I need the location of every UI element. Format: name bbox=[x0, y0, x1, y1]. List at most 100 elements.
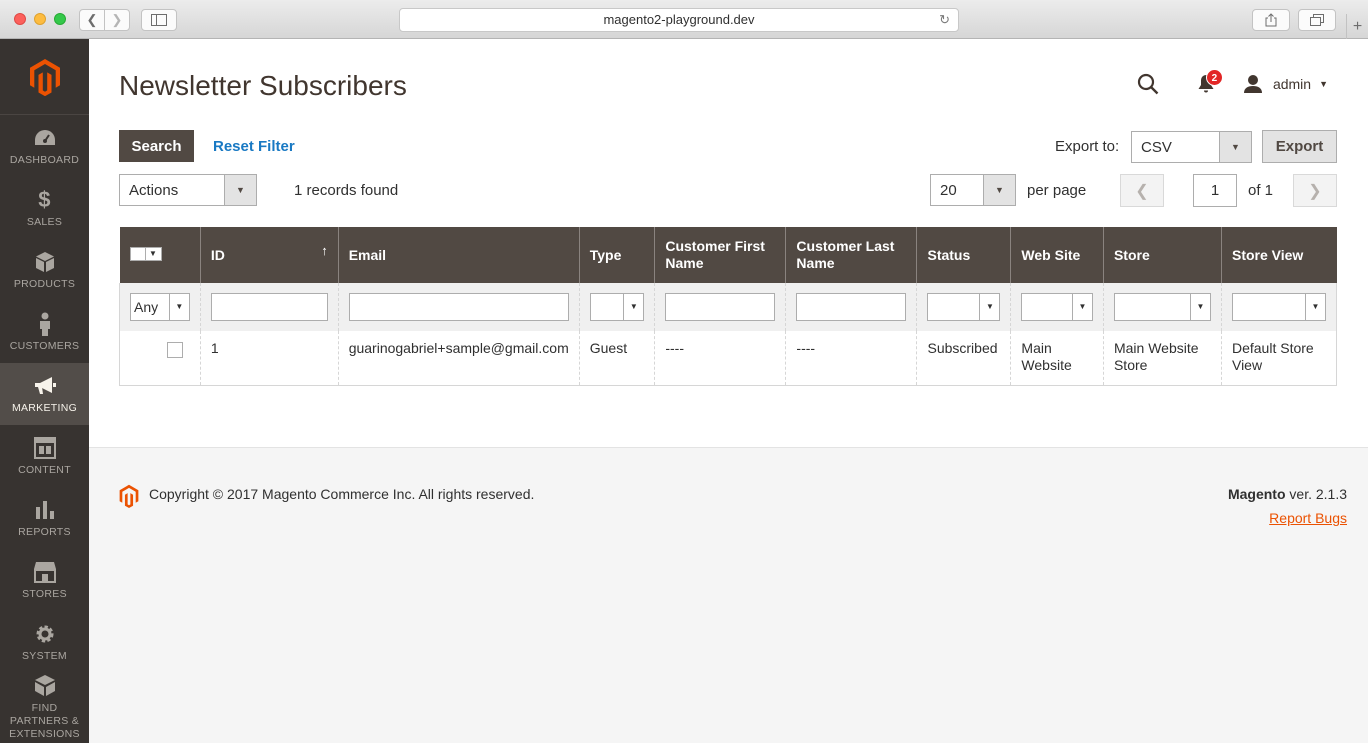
browser-toolbar: ❮ ❯ magento2-playground.dev ↻ + bbox=[0, 0, 1368, 39]
column-header-status[interactable]: Status bbox=[916, 227, 1011, 283]
column-header-type[interactable]: Type bbox=[578, 227, 655, 283]
brand-name: Magento bbox=[1227, 486, 1286, 502]
column-header-email[interactable]: Email bbox=[337, 227, 580, 283]
store-view-filter-select[interactable]: ▼ bbox=[1231, 293, 1326, 321]
cell-website: Main Website bbox=[1010, 331, 1104, 386]
nav-item-label: CUSTOMERS bbox=[9, 339, 80, 352]
column-label: Customer First Name bbox=[665, 238, 765, 271]
records-found: 1 records found bbox=[294, 182, 399, 199]
nav-item-label: CONTENT bbox=[18, 463, 71, 476]
cube-icon bbox=[34, 250, 56, 274]
filter-cell bbox=[337, 283, 580, 331]
column-header-website[interactable]: Web Site bbox=[1010, 227, 1104, 283]
cell-email: guarinogabriel+sample@gmail.com bbox=[337, 331, 580, 386]
export-button[interactable]: Export bbox=[1262, 130, 1337, 163]
reset-filter-link[interactable]: Reset Filter bbox=[213, 138, 295, 155]
blocks-icon bbox=[33, 674, 57, 698]
export-format-select[interactable]: CSV ▼ bbox=[1131, 131, 1252, 163]
chevron-down-icon: ▼ bbox=[168, 294, 189, 320]
notifications-count-badge: 2 bbox=[1205, 69, 1223, 86]
magento-logo-icon bbox=[29, 58, 60, 96]
version-number: ver. 2.1.3 bbox=[1285, 486, 1347, 502]
id-filter-input[interactable] bbox=[210, 293, 328, 321]
reload-icon[interactable]: ↻ bbox=[939, 9, 950, 31]
chevron-down-icon: ▼ bbox=[1305, 294, 1325, 320]
nav-item-customers[interactable]: CUSTOMERS bbox=[0, 301, 89, 363]
nav-item-system[interactable]: SYSTEM bbox=[0, 611, 89, 673]
magento-logo[interactable] bbox=[0, 39, 89, 115]
mass-select-dropdown[interactable]: ▼ bbox=[129, 246, 162, 261]
next-page-button[interactable]: ❯ bbox=[1293, 174, 1337, 207]
filter-cell: ▼ bbox=[1102, 283, 1222, 331]
store-icon bbox=[33, 560, 57, 584]
minimize-window-button[interactable] bbox=[34, 13, 46, 25]
column-header-id[interactable]: ID ↑ bbox=[199, 227, 339, 283]
mass-filter-select[interactable]: Any ▼ bbox=[130, 293, 190, 321]
nav-item-content[interactable]: CONTENT bbox=[0, 425, 89, 487]
column-label: Customer Last Name bbox=[796, 238, 895, 271]
share-icon bbox=[1265, 13, 1277, 27]
column-header-store[interactable]: Store bbox=[1102, 227, 1222, 283]
column-header-last-name[interactable]: Customer Last Name bbox=[785, 227, 917, 283]
per-page-select[interactable]: 20 ▼ bbox=[930, 174, 1016, 206]
gear-icon bbox=[34, 622, 56, 646]
cell-first-name: ---- bbox=[654, 331, 786, 386]
admin-user-menu[interactable]: admin ▼ bbox=[1243, 74, 1328, 94]
row-select-cell bbox=[119, 331, 201, 386]
table-row[interactable]: 1 guarinogabriel+sample@gmail.com Guest … bbox=[119, 331, 1338, 386]
dollar-icon: $ bbox=[38, 187, 51, 212]
filter-cell bbox=[785, 283, 917, 331]
nav-item-label: MARKETING bbox=[11, 401, 78, 414]
type-filter-select[interactable]: ▼ bbox=[589, 293, 645, 321]
previous-page-button[interactable]: ❮ bbox=[1120, 174, 1164, 207]
report-bugs-link[interactable]: Report Bugs bbox=[1269, 510, 1347, 526]
page-number-input[interactable]: 1 bbox=[1193, 174, 1237, 207]
megaphone-icon bbox=[33, 374, 57, 398]
per-page-value: 20 bbox=[940, 181, 957, 199]
search-button[interactable]: Search bbox=[119, 130, 194, 162]
status-filter-select[interactable]: ▼ bbox=[927, 293, 1001, 321]
admin-username: admin bbox=[1272, 76, 1312, 92]
copyright-text: Copyright © 2017 Magento Commerce Inc. A… bbox=[149, 486, 535, 502]
sidebar-toggle-button[interactable] bbox=[141, 9, 177, 31]
nav-item-partners[interactable]: FIND PARTNERS & EXTENSIONS bbox=[0, 673, 89, 741]
mass-select-header[interactable]: ▼ bbox=[119, 227, 201, 283]
column-header-first-name[interactable]: Customer First Name bbox=[654, 227, 786, 283]
notifications-button[interactable]: 2 bbox=[1191, 69, 1223, 99]
global-search-button[interactable] bbox=[1133, 69, 1163, 99]
back-button[interactable]: ❮ bbox=[79, 9, 105, 31]
nav-item-marketing[interactable]: MARKETING bbox=[0, 363, 89, 425]
filter-cell bbox=[654, 283, 786, 331]
nav-item-stores[interactable]: STORES bbox=[0, 549, 89, 611]
filter-cell bbox=[199, 283, 339, 331]
website-filter-select[interactable]: ▼ bbox=[1021, 293, 1093, 321]
cell-type: Guest bbox=[578, 331, 655, 386]
close-window-button[interactable] bbox=[14, 13, 26, 25]
column-label: Email bbox=[348, 246, 387, 263]
export-label: Export to: bbox=[1055, 138, 1120, 155]
column-label: Store View bbox=[1231, 246, 1304, 263]
email-filter-input[interactable] bbox=[348, 293, 569, 321]
address-bar[interactable]: magento2-playground.dev ↻ bbox=[399, 8, 959, 32]
nav-item-products[interactable]: PRODUCTS bbox=[0, 239, 89, 301]
cell-last-name: ---- bbox=[785, 331, 917, 386]
new-tab-button[interactable]: + bbox=[1346, 14, 1368, 39]
last-name-filter-input[interactable] bbox=[796, 293, 907, 321]
forward-button[interactable]: ❯ bbox=[104, 9, 130, 31]
mass-actions-select[interactable]: Actions ▼ bbox=[119, 174, 257, 206]
column-header-store-view[interactable]: Store View bbox=[1220, 227, 1337, 283]
nav-item-dashboard[interactable]: DASHBOARD bbox=[0, 115, 89, 177]
nav-item-reports[interactable]: REPORTS bbox=[0, 487, 89, 549]
nav-item-sales[interactable]: $ SALES bbox=[0, 177, 89, 239]
nav-item-label: DASHBOARD bbox=[9, 153, 80, 166]
nav-item-label: STORES bbox=[22, 587, 67, 600]
store-filter-select[interactable]: ▼ bbox=[1113, 293, 1211, 321]
share-button[interactable] bbox=[1252, 9, 1290, 31]
select-all-checkbox[interactable] bbox=[130, 247, 145, 260]
show-tabs-button[interactable] bbox=[1298, 9, 1336, 31]
plus-icon: + bbox=[1352, 17, 1363, 35]
first-name-filter-input[interactable] bbox=[665, 293, 776, 321]
row-checkbox[interactable] bbox=[167, 342, 183, 358]
zoom-window-button[interactable] bbox=[54, 13, 66, 25]
main-content: Newsletter Subscribers 2 admin ▼ Search … bbox=[89, 39, 1368, 743]
